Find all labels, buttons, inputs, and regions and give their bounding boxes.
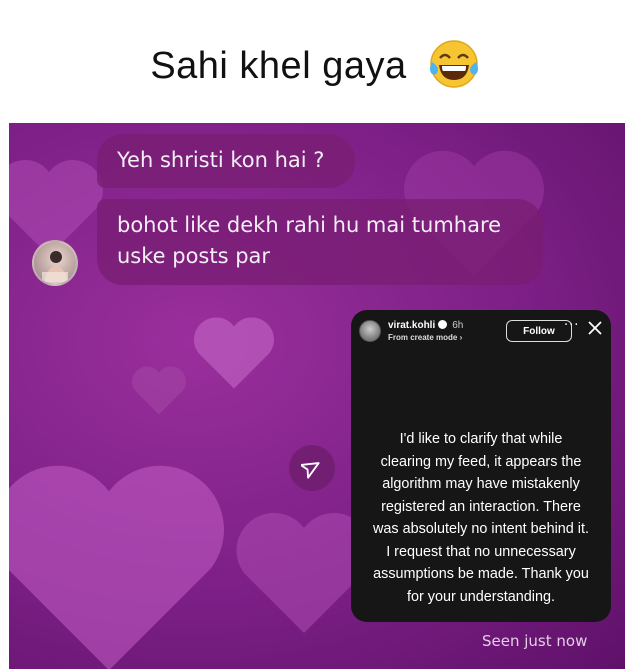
story-text-line: algorithm may have mistakenly — [382, 476, 580, 492]
share-button[interactable] — [289, 445, 335, 491]
story-text: I'd like to clarify that while clearing … — [365, 428, 597, 608]
story-text-line: assumptions be made. Thank you — [373, 566, 589, 582]
shared-story-card[interactable]: virat.kohli 6h From create mode › Follow … — [351, 310, 611, 622]
story-time: 6h — [452, 320, 464, 331]
send-icon — [301, 462, 320, 479]
verified-badge-icon — [438, 320, 448, 329]
post-caption: Sahi khel gaya — [0, 38, 630, 90]
story-username[interactable]: virat.kohli — [388, 320, 435, 331]
chat-thread: Yeh shristi kon hai ? bohot like dekh ra… — [9, 123, 625, 669]
story-text-line: I request that no unnecessary — [386, 543, 576, 560]
story-avatar[interactable] — [359, 320, 381, 342]
follow-button[interactable]: Follow — [506, 320, 572, 342]
close-icon[interactable] — [587, 320, 603, 336]
laughing-tears-emoji-icon — [429, 40, 478, 88]
heart-decoration-icon — [194, 317, 274, 389]
message-text-line: uske posts par — [117, 244, 271, 268]
message-bubble[interactable]: bohot like dekh rahi hu mai tumhare uske… — [97, 199, 543, 285]
message-text: Yeh shristi kon hai ? — [117, 148, 325, 172]
person-photo-icon — [42, 251, 68, 284]
sender-avatar[interactable] — [32, 240, 78, 286]
more-options-icon[interactable]: ··· — [564, 318, 579, 333]
heart-decoration-icon — [132, 366, 186, 415]
message-text-line: bohot like dekh rahi hu mai tumhare — [117, 213, 502, 237]
story-subtitle[interactable]: From create mode › — [388, 333, 462, 342]
story-header: virat.kohli 6h — [388, 320, 463, 331]
story-text-line: I'd like to clarify that while — [399, 431, 563, 447]
caption-text: Sahi khel gaya — [150, 45, 407, 87]
seen-status: Seen just now — [482, 632, 588, 650]
heart-decoration-icon — [9, 465, 224, 669]
story-text-line: for your understanding. — [407, 588, 555, 605]
story-text-line: clearing my feed, it appears the — [380, 453, 582, 470]
message-bubble[interactable]: Yeh shristi kon hai ? — [97, 134, 355, 188]
story-text-line: registered an interaction. There — [381, 498, 581, 515]
story-text-line: was absolutely no intent behind it. — [372, 521, 589, 537]
